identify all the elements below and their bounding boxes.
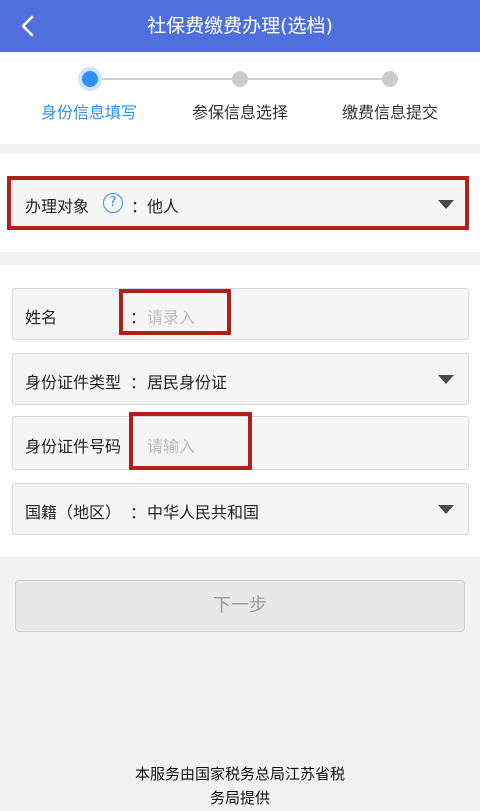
id-type-value: 居民身份证 — [147, 373, 228, 392]
handling-object-card: 办理对象 ? ： 他人 — [0, 154, 480, 252]
footer-note: 本服务由国家税务总局江苏省税 务局提供 — [0, 762, 480, 810]
handling-object-select[interactable]: 办理对象 ? ： 他人 — [12, 179, 469, 227]
identity-form-card: 姓名 ： 请录入 身份证件类型 ： 居民身份证 身份证件号码 请输入 国籍（地区… — [0, 265, 480, 557]
nationality-label: 国籍（地区） — [25, 503, 122, 522]
name-label: 姓名 — [25, 308, 58, 327]
chevron-down-icon — [438, 375, 454, 384]
id-type-colon: ： — [130, 373, 147, 392]
next-step-button[interactable]: 下一步 — [15, 580, 465, 632]
handling-object-label: 办理对象 — [25, 197, 90, 216]
name-input[interactable]: 请录入 — [147, 304, 195, 328]
step-dot — [232, 71, 248, 87]
help-icon[interactable]: ? — [103, 193, 123, 213]
handling-object-colon: ： — [131, 197, 148, 216]
nationality-value: 中华人民共和国 — [147, 503, 260, 522]
step-label-insurance: 参保信息选择 — [191, 103, 288, 122]
id-type-select[interactable]: 身份证件类型 ： 居民身份证 — [12, 353, 469, 405]
step-connector — [98, 78, 232, 80]
app-header: 社保费缴费办理(选档) — [0, 0, 480, 52]
nationality-select[interactable]: 国籍（地区） ： 中华人民共和国 — [12, 483, 469, 535]
page-title: 社保费缴费办理(选档) — [147, 15, 333, 37]
footer-line-2: 务局提供 — [209, 789, 270, 807]
step-label-payment: 缴费信息提交 — [341, 103, 438, 122]
footer-line-1: 本服务由国家税务总局江苏省税 — [134, 765, 345, 783]
handling-object-value: 他人 — [147, 197, 180, 216]
name-colon: ： — [130, 308, 147, 327]
id-type-label: 身份证件类型 — [25, 373, 122, 392]
name-field: 姓名 ： 请录入 — [12, 288, 469, 340]
step-dot — [382, 71, 398, 87]
progress-steps: 身份信息填写 参保信息选择 缴费信息提交 — [0, 52, 480, 144]
nationality-colon: ： — [130, 503, 147, 522]
step-label-identity: 身份信息填写 — [40, 103, 137, 122]
step-connector — [248, 78, 382, 80]
chevron-down-icon — [438, 200, 454, 209]
id-number-input[interactable]: 请输入 — [147, 433, 195, 457]
step-dot-active — [82, 71, 98, 87]
chevron-down-icon — [438, 505, 454, 514]
id-number-label: 身份证件号码 — [25, 437, 122, 456]
id-number-field: 身份证件号码 请输入 — [12, 416, 469, 470]
